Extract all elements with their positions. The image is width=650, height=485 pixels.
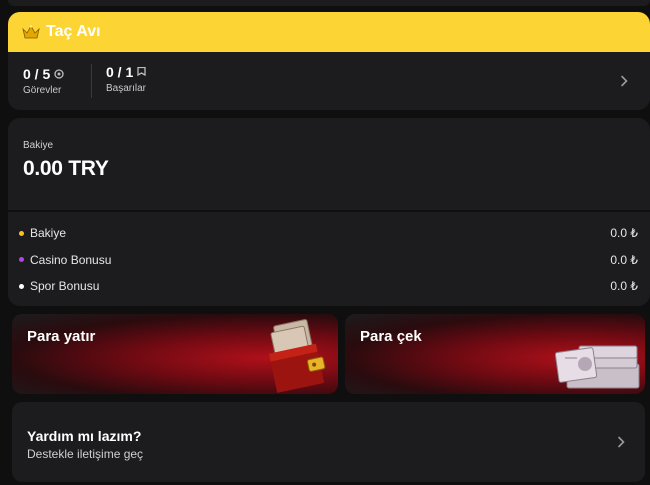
achievements-label: Başarılar (106, 83, 147, 94)
tasks-label: Görevler (23, 85, 62, 96)
balance-dot-icon (19, 230, 24, 236)
achievements-value: 0 / 1 (106, 64, 134, 80)
top-strip (8, 0, 650, 6)
withdraw-label: Para çek (360, 328, 422, 345)
sport-bonus-dot-icon (19, 283, 24, 289)
target-icon (54, 69, 64, 79)
crown-hunt-header: Taç Avı (8, 12, 650, 52)
achievements-stat: 0 / 1 Başarılar (91, 64, 174, 98)
balance-row-label: Bakiye (30, 226, 67, 241)
wallet-icon (268, 319, 326, 393)
help-subtitle: Destekle iletişime geç (27, 447, 144, 461)
cash-stack-icon (555, 345, 640, 389)
balance-amount: 0.00 TRY (23, 157, 109, 180)
crown-hunt-stats: 0 / 5 Görevler 0 / 1 Başarılar (8, 52, 650, 110)
sport-bonus-value: 0.0 ₺ (610, 279, 638, 294)
casino-bonus-row: Casino Bonusu 0.0 ₺ (19, 247, 638, 274)
deposit-label: Para yatır (27, 328, 96, 345)
chevron-right-icon[interactable] (615, 436, 627, 448)
balance-row-value: 0.0 ₺ (610, 226, 638, 241)
tasks-value: 0 / 5 (23, 66, 51, 82)
casino-bonus-label: Casino Bonusu (30, 252, 112, 267)
help-card[interactable]: Yardım mı lazım? Destekle iletişime geç (12, 402, 645, 482)
casino-bonus-dot-icon (19, 257, 24, 263)
balance-card: Bakiye 0.00 TRY Bakiye 0.0 ₺ Casino Bonu… (8, 118, 650, 306)
sport-bonus-row: Spor Bonusu 0.0 ₺ (19, 273, 638, 300)
help-title: Yardım mı lazım? (27, 428, 142, 444)
sport-bonus-label: Spor Bonusu (30, 279, 100, 294)
casino-bonus-value: 0.0 ₺ (610, 252, 638, 267)
balance-breakdown: Bakiye 0.0 ₺ Casino Bonusu 0.0 ₺ Spor Bo… (8, 212, 650, 300)
crown-hunt-card[interactable]: Taç Avı 0 / 5 Görevler 0 / 1 Başarılar (8, 12, 650, 110)
flag-icon (137, 67, 146, 77)
deposit-button[interactable]: Para yatır (12, 314, 338, 394)
tasks-stat: 0 / 5 Görevler (8, 66, 91, 96)
balance-row: Bakiye 0.0 ₺ (19, 220, 638, 247)
crown-icon (22, 25, 40, 39)
withdraw-button[interactable]: Para çek (345, 314, 645, 394)
chevron-right-icon[interactable] (618, 75, 630, 87)
crown-hunt-title: Taç Avı (46, 23, 101, 40)
balance-label: Bakiye (23, 140, 54, 151)
